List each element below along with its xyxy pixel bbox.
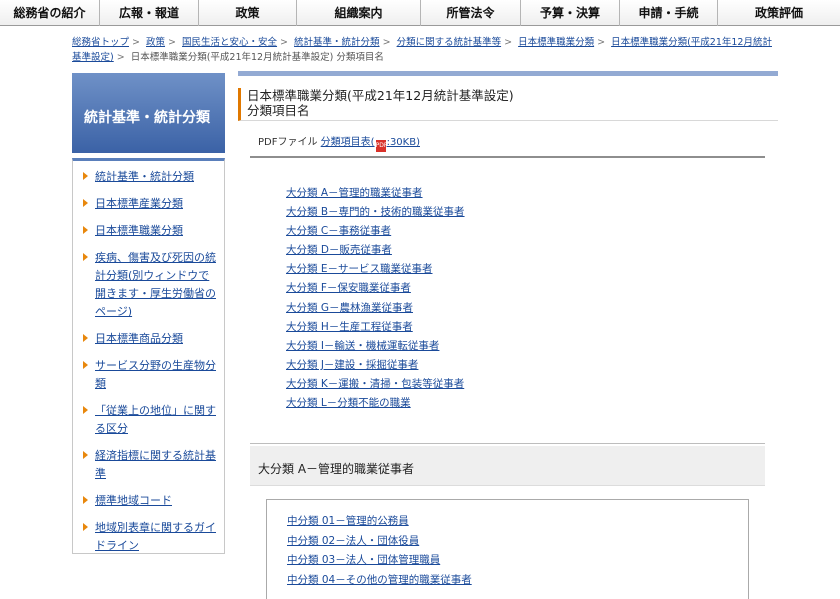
- sidebar-title: 統計基準・統計分類: [72, 73, 225, 153]
- nav-press[interactable]: 広報・報道: [100, 0, 199, 26]
- arrow-right-icon: [83, 199, 88, 207]
- sidebar-item: 日本標準職業分類: [83, 222, 218, 240]
- breadcrumb-separator: >: [132, 37, 140, 48]
- sidebar-item: 日本標準商品分類: [83, 330, 218, 348]
- page-title-line1: 日本標準職業分類(平成21年12月統計基準設定): [247, 88, 514, 103]
- breadcrumb-separator: >: [168, 37, 176, 48]
- pdf-link[interactable]: 分類項目表(PDF:30KB): [321, 137, 420, 152]
- sub-category-link[interactable]: 中分類 01－管理的公務員: [287, 512, 748, 532]
- major-category-link[interactable]: 大分類 D－販売従事者: [286, 241, 465, 260]
- sidebar-link-standards[interactable]: 統計基準・統計分類: [95, 170, 194, 183]
- arrow-right-icon: [83, 253, 88, 261]
- nav-laws[interactable]: 所管法令: [421, 0, 521, 26]
- sidebar-link-industry[interactable]: 日本標準産業分類: [95, 197, 183, 210]
- pdf-label: PDFファイル: [258, 137, 318, 148]
- major-category-link[interactable]: 大分類 L－分類不能の職業: [286, 394, 465, 413]
- arrow-right-icon: [83, 172, 88, 180]
- nav-organization[interactable]: 組織案内: [297, 0, 421, 26]
- sidebar-item: 疾病、傷害及び死因の統計分類(別ウィンドウで開きます・厚生労働省のページ): [83, 249, 218, 321]
- sub-category-link[interactable]: 中分類 04－その他の管理的職業従事者: [287, 571, 748, 591]
- nav-evaluation[interactable]: 政策評価: [718, 0, 840, 26]
- arrow-right-icon: [83, 523, 88, 531]
- pdf-icon: PDF: [375, 140, 387, 152]
- breadcrumb: 総務省トップ > 政策 > 国民生活と安心・安全 > 統計基準・統計分類 > 分類に関す…: [72, 35, 778, 65]
- sub-category-link[interactable]: 中分類 03－法人・団体管理職員: [287, 551, 748, 571]
- major-category-link[interactable]: 大分類 G－農林漁業従事者: [286, 299, 465, 318]
- major-category-link[interactable]: 大分類 A－管理的職業従事者: [286, 184, 465, 203]
- breadcrumb-link-top[interactable]: 総務省トップ: [72, 37, 129, 48]
- breadcrumb-separator: >: [504, 37, 513, 48]
- breadcrumb-link-classification-standards[interactable]: 分類に関する統計基準等: [397, 37, 502, 48]
- nav-applications[interactable]: 申請・手続: [620, 0, 718, 26]
- page-title: 日本標準職業分類(平成21年12月統計基準設定) 分類項目名: [238, 88, 778, 121]
- sidebar-link-service-products[interactable]: サービス分野の生産物分類: [95, 359, 216, 390]
- breadcrumb-separator: >: [597, 37, 606, 48]
- major-category-link[interactable]: 大分類 I－輸送・機械運転従事者: [286, 337, 465, 356]
- major-category-link[interactable]: 大分類 H－生産工程従事者: [286, 318, 465, 337]
- breadcrumb-link-statistical-standards[interactable]: 統計基準・統計分類: [294, 37, 380, 48]
- sidebar-item: 統計基準・統計分類: [83, 168, 218, 186]
- sidebar-link-regional-guideline[interactable]: 地域別表章に関するガイドライン: [95, 521, 216, 552]
- title-accent-bar: [238, 71, 778, 76]
- major-category-list: 大分類 A－管理的職業従事者 大分類 B－専門的・技術的職業従事者 大分類 C－…: [286, 184, 465, 413]
- sidebar-item: 標準地域コード: [83, 492, 218, 510]
- section-heading: 大分類 A－管理的職業従事者: [250, 446, 765, 486]
- nav-policy[interactable]: 政策: [199, 0, 297, 26]
- breadcrumb-separator: >: [280, 37, 289, 48]
- arrow-right-icon: [83, 496, 88, 504]
- sub-category-link[interactable]: 中分類 02－法人・団体役員: [287, 532, 748, 552]
- sidebar-link-commodity[interactable]: 日本標準商品分類: [95, 332, 183, 345]
- sidebar-link-disease[interactable]: 疾病、傷害及び死因の統計分類(別ウィンドウで開きます・厚生労働省のページ): [95, 251, 216, 318]
- major-category-link[interactable]: 大分類 B－専門的・技術的職業従事者: [286, 203, 465, 222]
- breadcrumb-separator: >: [382, 37, 391, 48]
- sidebar-link-employment-status[interactable]: 「従業上の地位」に関する区分: [95, 404, 216, 435]
- breadcrumb-link-life-safety[interactable]: 国民生活と安心・安全: [182, 37, 277, 48]
- sidebar-link-occupation[interactable]: 日本標準職業分類: [95, 224, 183, 237]
- sidebar-link-economic-indicators[interactable]: 経済指標に関する統計基準: [95, 449, 216, 480]
- sidebar-menu: 統計基準・統計分類 日本標準産業分類 日本標準職業分類 疾病、傷害及び死因の統計…: [72, 158, 225, 554]
- nav-about[interactable]: 総務省の紹介: [0, 0, 100, 26]
- pdf-download: PDFファイル 分類項目表(PDF:30KB): [258, 133, 420, 152]
- arrow-right-icon: [83, 226, 88, 234]
- page-title-line2: 分類項目名: [247, 103, 310, 118]
- divider: [250, 443, 765, 444]
- arrow-right-icon: [83, 361, 88, 369]
- major-category-link[interactable]: 大分類 E－サービス職業従事者: [286, 260, 465, 279]
- breadcrumb-current: 日本標準職業分類(平成21年12月統計基準設定) 分類項目名: [130, 52, 384, 63]
- sidebar-link-area-code[interactable]: 標準地域コード: [95, 494, 172, 507]
- sidebar-item: 「従業上の地位」に関する区分: [83, 402, 218, 438]
- major-category-link[interactable]: 大分類 J－建設・採掘従事者: [286, 356, 465, 375]
- arrow-right-icon: [83, 406, 88, 414]
- breadcrumb-link-policy[interactable]: 政策: [146, 37, 165, 48]
- divider: [250, 156, 765, 158]
- sub-category-box: 中分類 01－管理的公務員 中分類 02－法人・団体役員 中分類 03－法人・団…: [266, 499, 749, 599]
- sidebar-item: サービス分野の生産物分類: [83, 357, 218, 393]
- sidebar-item: 日本標準産業分類: [83, 195, 218, 213]
- sidebar-item: 地域別表章に関するガイドライン: [83, 519, 218, 555]
- breadcrumb-link-occupation-classification[interactable]: 日本標準職業分類: [518, 37, 594, 48]
- arrow-right-icon: [83, 334, 88, 342]
- sidebar-item: 経済指標に関する統計基準: [83, 447, 218, 483]
- nav-budget[interactable]: 予算・決算: [521, 0, 620, 26]
- major-category-link[interactable]: 大分類 F－保安職業従事者: [286, 279, 465, 298]
- major-category-link[interactable]: 大分類 C－事務従事者: [286, 222, 465, 241]
- global-nav: 総務省の紹介 広報・報道 政策 組織案内 所管法令 予算・決算 申請・手続 政策…: [0, 0, 840, 26]
- major-category-link[interactable]: 大分類 K－運搬・清掃・包装等従事者: [286, 375, 465, 394]
- arrow-right-icon: [83, 451, 88, 459]
- breadcrumb-separator: >: [116, 52, 125, 63]
